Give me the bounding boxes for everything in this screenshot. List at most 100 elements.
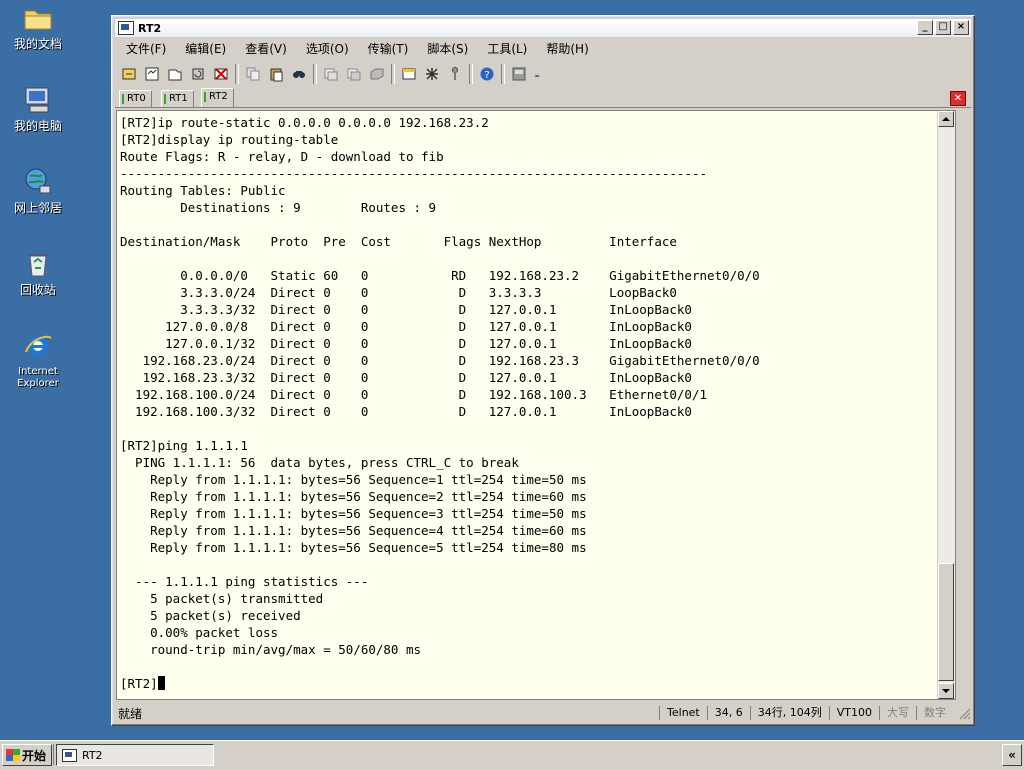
terminal-line: 5 packet(s) received (120, 608, 301, 623)
terminal-line: [RT2]ip route-static 0.0.0.0 0.0.0.0 192… (120, 115, 489, 130)
menu-tools[interactable]: 工具(L) (476, 40, 535, 57)
tab-rt1[interactable]: RT1 (161, 90, 194, 107)
menu-bar: 文件(F) 编辑(E) 查看(V) 选项(O) 传输(T) 脚本(S) 工具(L… (115, 38, 971, 58)
close-button[interactable]: × (953, 20, 969, 35)
quick-connect-icon[interactable] (142, 64, 162, 84)
reconnect-icon[interactable] (188, 64, 208, 84)
recycle-bin-icon (29, 254, 47, 277)
text-cursor (157, 676, 165, 690)
menu-file[interactable]: 文件(F) (115, 40, 174, 57)
terminal-line: 192.168.100.0/24 Direct 0 0 D 192.168.10… (120, 387, 707, 402)
terminal-line: 3.3.3.3/32 Direct 0 0 D 127.0.0.1 InLoop… (120, 302, 692, 317)
maximize-button[interactable]: □ (935, 20, 951, 35)
network-globe-icon (25, 168, 51, 194)
close-tab-icon[interactable]: ✕ (950, 91, 966, 106)
status-caps-lock: 大写 (879, 706, 916, 720)
taskbar-item-rt2[interactable]: RT2 (56, 744, 214, 766)
menu-edit[interactable]: 编辑(E) (174, 40, 234, 57)
menu-script[interactable]: 脚本(S) (416, 40, 476, 57)
toolbar-separator (391, 64, 395, 84)
copy-icon[interactable] (243, 64, 263, 84)
start-button[interactable]: 开始 (2, 744, 52, 766)
toolbar-separator (313, 64, 317, 84)
terminal-prompt-line: [RT2] (120, 675, 935, 692)
terminal-prompt: [RT2] (120, 676, 158, 691)
status-cursor-position: 34, 6 (706, 706, 750, 720)
terminal-line: ----------------------------------------… (120, 166, 707, 181)
status-terminal-size: 34行, 104列 (749, 706, 829, 720)
menu-view[interactable]: 查看(V) (234, 40, 295, 57)
terminal-line: Destination/Mask Proto Pre Cost Flags Ne… (120, 234, 677, 249)
desktop-icon-network[interactable]: 网上邻居 (6, 166, 70, 215)
desktop-icon-my-documents[interactable]: 我的文档 (6, 2, 70, 51)
terminal-line: Destinations : 9 Routes : 9 (120, 200, 437, 215)
internet-explorer-icon (25, 335, 52, 356)
scroll-down-button[interactable] (938, 683, 954, 699)
global-options-icon[interactable] (422, 64, 442, 84)
terminal-output[interactable]: [RT2]ip route-static 0.0.0.0 0.0.0.0 192… (116, 110, 956, 700)
app-icon (62, 748, 77, 762)
status-bar: 就绪 Telnet 34, 6 34行, 104列 VT100 大写 数字 (115, 704, 971, 722)
print-icon[interactable] (321, 64, 341, 84)
connect-icon[interactable] (119, 64, 139, 84)
script-icon[interactable] (509, 64, 529, 84)
vertical-scrollbar[interactable] (937, 111, 955, 699)
computer-icon (25, 87, 49, 113)
tray-expand-button[interactable]: « (1002, 744, 1022, 766)
more-icon[interactable] (532, 64, 542, 84)
help-icon[interactable]: ? (477, 64, 497, 84)
terminal-line: PING 1.1.1.1: 56 data bytes, press CTRL_… (120, 455, 519, 470)
key-icon[interactable] (445, 64, 465, 84)
tab-rt0[interactable]: RT0 (119, 90, 152, 107)
desktop-icon-label: 回收站 (19, 283, 56, 297)
terminal-line: round-trip min/avg/max = 50/60/80 ms (120, 642, 422, 657)
terminal-line: Route Flags: R - relay, D - download to … (120, 149, 444, 164)
disconnect-icon[interactable] (211, 64, 231, 84)
print-setup-icon[interactable] (367, 64, 387, 84)
tab-rt2[interactable]: RT2 (201, 88, 234, 107)
terminal-line: [RT2]display ip routing-table (120, 132, 339, 147)
terminal-line: 127.0.0.0/8 Direct 0 0 D 127.0.0.1 InLoo… (120, 319, 692, 334)
desktop-icon-label: Explorer (17, 378, 59, 389)
toolbar-separator (501, 64, 505, 84)
terminal-line: Reply from 1.1.1.1: bytes=56 Sequence=1 … (120, 472, 587, 487)
resize-grip-icon[interactable] (957, 706, 971, 720)
terminal-text: [RT2]ip route-static 0.0.0.0 0.0.0.0 192… (120, 114, 935, 692)
scroll-up-button[interactable] (938, 111, 954, 127)
status-num-lock: 数字 (916, 706, 953, 720)
app-icon (118, 21, 134, 35)
print-screen-icon[interactable] (344, 64, 364, 84)
menu-options[interactable]: 选项(O) (295, 40, 357, 57)
terminal-line: 192.168.100.3/32 Direct 0 0 D 127.0.0.1 … (120, 404, 692, 419)
status-terminal-type: VT100 (828, 706, 879, 720)
svg-text:?: ? (484, 70, 489, 81)
menu-help[interactable]: 帮助(H) (535, 40, 596, 57)
desktop-icon-label: 我的文档 (13, 37, 62, 51)
session-options-icon[interactable] (399, 64, 419, 84)
terminal-line: Reply from 1.1.1.1: bytes=56 Sequence=5 … (120, 540, 587, 555)
terminal-line: --- 1.1.1.1 ping statistics --- (120, 574, 369, 589)
terminal-line: 0.00% packet loss (120, 625, 279, 640)
desktop-icon-label: 我的电脑 (13, 119, 62, 133)
window-titlebar[interactable]: RT2 _ □ × (115, 19, 971, 38)
paste-icon[interactable] (266, 64, 286, 84)
desktop-icon-my-computer[interactable]: 我的电脑 (6, 84, 70, 133)
minimize-button[interactable]: _ (917, 20, 933, 35)
desktop-icon-recycle-bin[interactable]: 回收站 (6, 248, 70, 297)
menu-transfer[interactable]: 传输(T) (357, 40, 417, 57)
desktop-icon-label: Internet (18, 366, 58, 377)
find-icon[interactable] (289, 64, 309, 84)
terminal-line: 192.168.23.0/24 Direct 0 0 D 192.168.23.… (120, 353, 760, 368)
desktop-icon-internet-explorer[interactable]: Internet Explorer (6, 330, 70, 390)
connect-tab-icon[interactable] (165, 64, 185, 84)
terminal-line: 192.168.23.3/32 Direct 0 0 D 127.0.0.1 I… (120, 370, 692, 385)
terminal-window: RT2 _ □ × 文件(F) 编辑(E) 查看(V) 选项(O) 传输(T) … (111, 15, 975, 726)
terminal-line: Reply from 1.1.1.1: bytes=56 Sequence=3 … (120, 506, 587, 521)
toolbar-separator (469, 64, 473, 84)
start-label: 开始 (22, 748, 47, 763)
windows-logo-icon (6, 749, 20, 761)
scrollbar-thumb[interactable] (938, 563, 954, 681)
